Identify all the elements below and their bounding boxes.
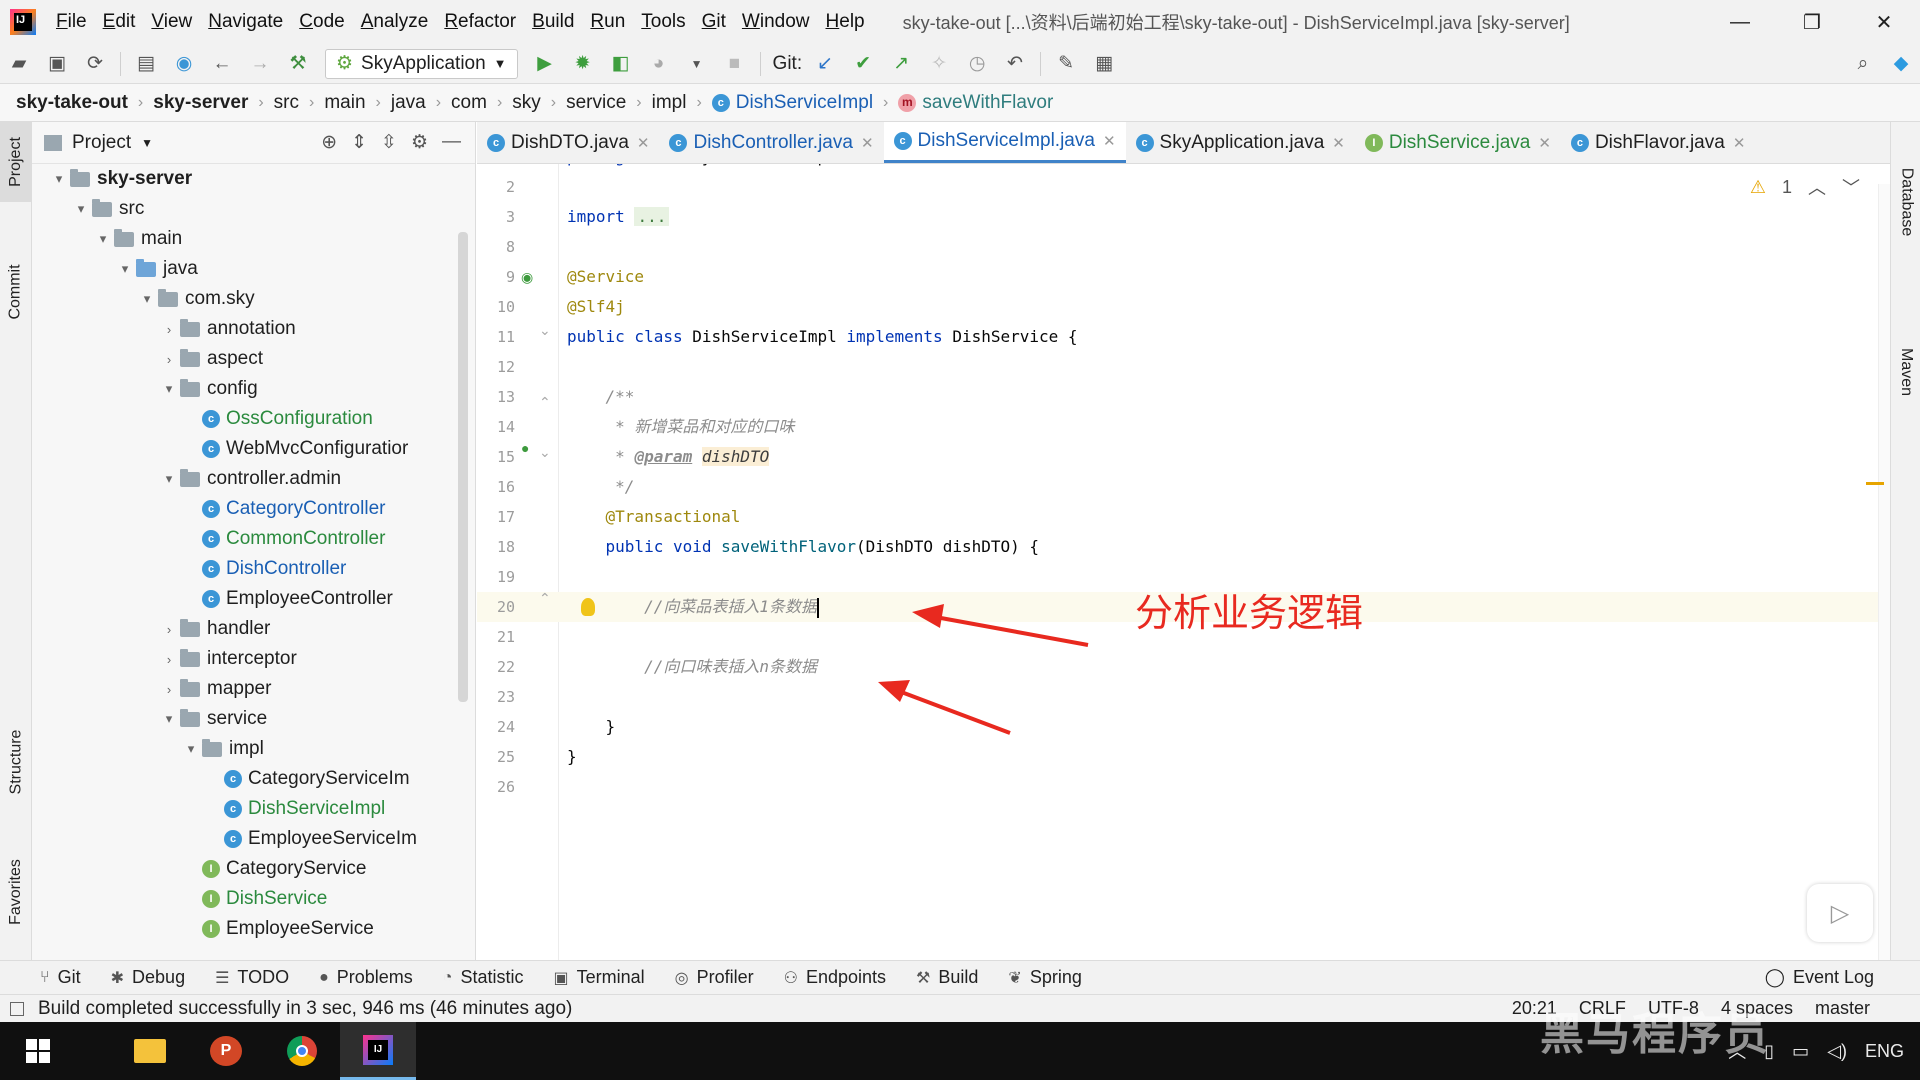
tool-window-problems[interactable]: ● Problems xyxy=(319,967,413,988)
tool-window-spring[interactable]: ❦ Spring xyxy=(1008,967,1081,988)
arrow-line-2 xyxy=(895,688,1011,735)
arrow-head-1 xyxy=(912,604,944,628)
git-icon: ⑂ xyxy=(40,968,50,986)
intellij-taskbar-icon[interactable]: IJ xyxy=(340,1022,416,1080)
arrow-head-2 xyxy=(878,680,910,702)
tool-window-label: Profiler xyxy=(696,967,754,987)
powerpoint-icon[interactable]: P xyxy=(188,1022,264,1080)
tool-window-todo[interactable]: ☰ TODO xyxy=(215,967,289,988)
maven-tool-label: Maven xyxy=(1898,347,1915,397)
spring-icon: ❦ xyxy=(1008,969,1022,987)
windows-logo-icon xyxy=(26,1039,50,1063)
status-square-icon[interactable] xyxy=(10,1001,24,1016)
tool-window-label: Statistic xyxy=(460,967,524,987)
watermark-text: 黑马程序员 xyxy=(1540,1009,1770,1060)
git-branch[interactable]: master xyxy=(1815,998,1870,1019)
right-tool-strip: Database Maven xyxy=(1890,122,1920,960)
chrome-icon[interactable] xyxy=(264,1022,340,1080)
debug-icon: ✱ xyxy=(110,969,125,987)
tool-window-debug[interactable]: ✱ Debug xyxy=(111,967,185,988)
tool-window-label: Problems xyxy=(336,967,413,987)
input-language[interactable]: ENG xyxy=(1865,1041,1904,1062)
database-tool-tab[interactable]: Database xyxy=(1891,132,1920,272)
tray-network-icon[interactable]: ▭ xyxy=(1792,1041,1809,1062)
tool-window-label: Endpoints xyxy=(805,967,887,987)
windows-start-icon[interactable] xyxy=(0,1022,76,1080)
tool-window-label: Spring xyxy=(1029,967,1082,987)
status-message[interactable]: Build completed successfully in 3 sec, 9… xyxy=(38,998,572,1020)
event-log-icon: ◯ xyxy=(1764,967,1785,987)
tray-volume-icon[interactable]: ◁) xyxy=(1827,1041,1847,1062)
tool-window-label: Build xyxy=(938,967,979,987)
bottom-tool-bar: ⑂ Git ✱ Debug ☰ TODO ● Problems ◔ Statistic ▣ Termi… xyxy=(0,960,1920,994)
event-log-button[interactable]: ◯ Event Log xyxy=(1765,967,1874,988)
terminal-icon: ▣ xyxy=(553,969,569,987)
build-icon: ⚒ xyxy=(916,969,931,987)
tool-window-label: Git xyxy=(57,967,81,987)
database-tool-label: Database xyxy=(1898,167,1915,237)
tool-window-git[interactable]: ⑂ Git xyxy=(40,967,81,988)
statistic-icon: ◔ xyxy=(442,968,453,986)
tool-window-label: Terminal xyxy=(576,967,645,987)
maven-tool-tab[interactable]: Maven xyxy=(1891,302,1920,442)
tool-window-build[interactable]: ⚒ Build xyxy=(916,967,978,988)
todo-icon: ☰ xyxy=(215,969,230,987)
tool-window-terminal[interactable]: ▣ Terminal xyxy=(554,967,645,988)
tool-window-profiler[interactable]: ◎ Profiler xyxy=(675,967,754,988)
tool-window-statistic[interactable]: ◔ Statistic xyxy=(443,967,524,988)
profiler-icon: ◎ xyxy=(674,969,689,987)
tool-window-label: TODO xyxy=(237,967,290,987)
arrow-line-1 xyxy=(929,614,1089,647)
annotation-arrows xyxy=(878,604,1089,735)
problems-icon: ● xyxy=(319,968,329,986)
video-play-button[interactable]: ▷ xyxy=(1807,884,1873,942)
tool-window-endpoints[interactable]: ⚇ Endpoints xyxy=(784,967,886,988)
file-explorer-icon[interactable] xyxy=(112,1022,188,1080)
event-log-label: Event Log xyxy=(1792,967,1874,987)
tool-window-label: Debug xyxy=(132,967,186,987)
annotation-text: 分析业务逻辑 xyxy=(1135,591,1364,635)
endpoints-icon: ⚇ xyxy=(783,969,798,987)
